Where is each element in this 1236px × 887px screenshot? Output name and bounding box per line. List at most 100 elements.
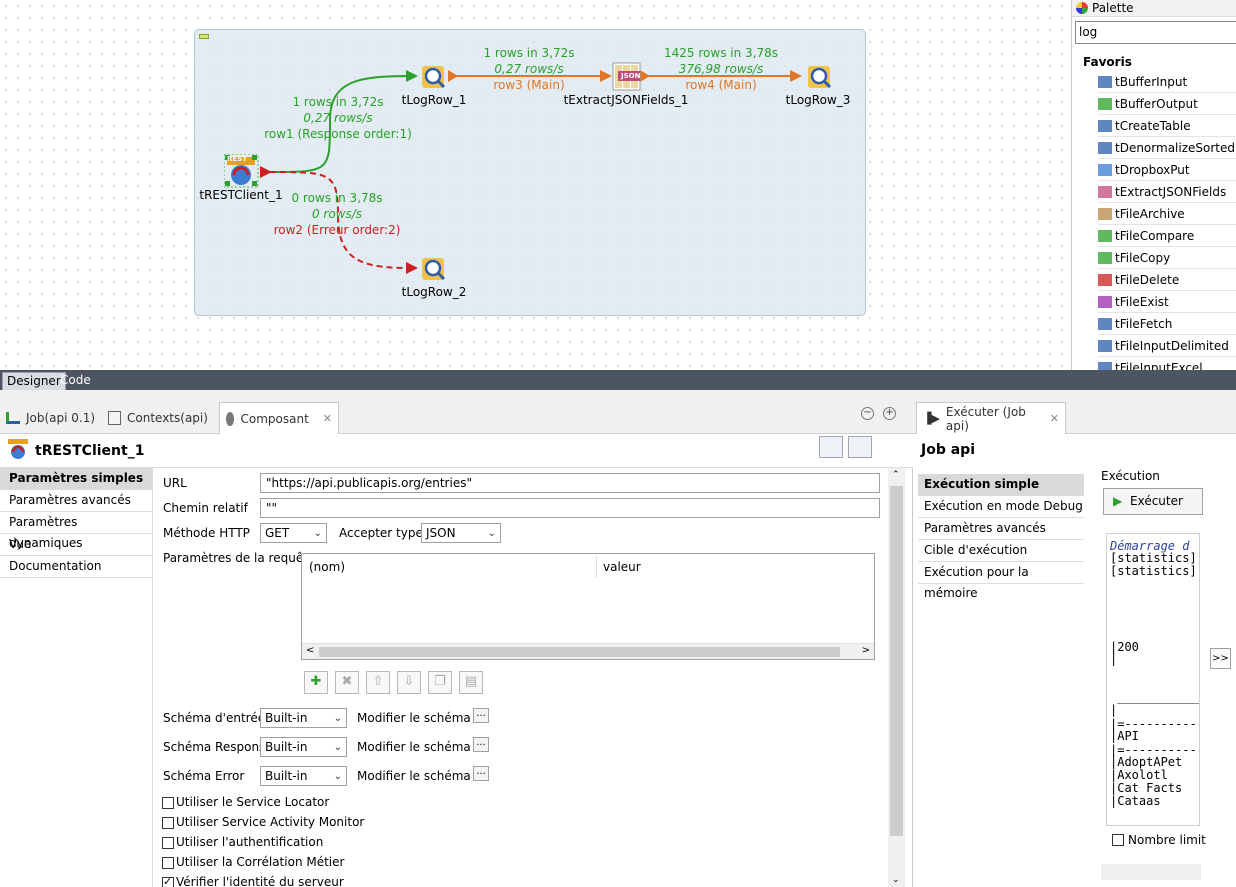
params-table[interactable]: (nom) valeur < > <box>301 553 875 660</box>
palette-panel: Palette log Favoris tBufferInput tBufferO… <box>1071 0 1236 370</box>
console-output[interactable]: Démarrage d [statistics] [statistics] |200 |… <box>1106 533 1200 826</box>
json-badge: JSON <box>621 72 641 80</box>
close-icon[interactable]: ✕ <box>1050 412 1059 425</box>
close-icon[interactable]: ✕ <box>323 412 332 425</box>
flow-row3-name: row3 (Main) <box>493 78 565 92</box>
params-label: Paramètres de la requête <box>163 551 316 565</box>
palette-item[interactable]: tFileCompare <box>1098 225 1236 247</box>
palette-list: tBufferInput tBufferOutput tCreateTable tDe… <box>1098 71 1236 370</box>
chevron-down-icon: ⌄ <box>333 713 342 724</box>
tab-code[interactable]: Code <box>56 372 95 390</box>
minimize-icon[interactable]: − <box>861 407 874 420</box>
scroll-right-icon[interactable]: > <box>862 645 870 656</box>
component-title: tRESTClient_1 <box>35 443 145 459</box>
option-checkbox[interactable] <box>162 857 174 869</box>
params-hscrollbar[interactable]: < > <box>302 643 874 659</box>
palette-item[interactable]: tDenormalizeSortedRow <box>1098 137 1236 159</box>
run-mode-nav: Exécution simple Exécution en mode Debug P… <box>918 474 1084 600</box>
methode-select[interactable]: GET ⌄ <box>260 523 327 543</box>
textractjsonfields-component[interactable]: JSON <box>612 62 642 95</box>
paste-icon[interactable]: ▤ <box>459 671 483 694</box>
accept-select[interactable]: JSON ⌄ <box>421 523 501 543</box>
tlogrow1-component[interactable] <box>420 64 446 93</box>
component-nav-item[interactable]: Documentation <box>0 556 152 578</box>
limit-checkbox[interactable] <box>1112 834 1124 846</box>
run-nav-item[interactable]: Exécution en mode Debug <box>918 496 1084 518</box>
schema-select[interactable]: Built-in ⌄ <box>260 766 347 786</box>
edit-schema-button[interactable]: ... <box>473 737 489 752</box>
play-icon: ▶ <box>1113 494 1123 508</box>
executer-button[interactable]: ▶ Exécuter <box>1103 488 1203 515</box>
run-nav-item[interactable]: Cible d'exécution <box>918 540 1084 562</box>
schema-select[interactable]: Built-in ⌄ <box>260 708 347 728</box>
tab-composant[interactable]: Composant ✕ <box>219 402 339 434</box>
palette-icon <box>1076 2 1088 14</box>
maximize-icon[interactable]: + <box>883 407 896 420</box>
palette-item[interactable]: tFileFetch <box>1098 313 1236 335</box>
scroll-left-icon[interactable]: < <box>306 645 314 656</box>
scroll-up-icon[interactable]: ⌃ <box>892 470 900 480</box>
url-input[interactable]: "https://api.publicapis.org/entries" <box>260 473 880 493</box>
add-row-icon[interactable]: ✚ <box>304 671 328 694</box>
option-checkbox[interactable] <box>162 817 174 829</box>
scroll-down-icon[interactable]: ⌄ <box>892 875 900 885</box>
tlogrow2-label: tLogRow_2 <box>401 285 467 299</box>
palette-item[interactable]: tDropboxPut <box>1098 159 1236 181</box>
palette-item[interactable]: tFileExist <box>1098 291 1236 313</box>
tab-contexts-label: Contexts(api) <box>127 411 208 425</box>
move-down-icon[interactable]: ⇩ <box>397 671 421 694</box>
run-nav-item[interactable]: Exécution simple <box>918 474 1084 496</box>
console-line: |API <box>1110 729 1139 743</box>
trestclient-header-icon <box>7 438 29 463</box>
component-nav-item[interactable]: Paramètres dynamiques <box>0 512 152 550</box>
chemin-input[interactable]: "" <box>260 498 880 518</box>
palette-item-label: tDenormalizeSortedRow <box>1115 140 1236 155</box>
palette-item-label: tFileInputDelimited <box>1115 338 1229 353</box>
trestclient-component[interactable]: REST <box>223 153 260 188</box>
option-checkbox[interactable] <box>162 875 174 887</box>
palette-item-label: tFileExist <box>1115 294 1169 309</box>
component-icon <box>1098 339 1112 352</box>
palette-item[interactable]: tFileDelete <box>1098 269 1236 291</box>
flow-row4-label[interactable]: 1425 rows in 3,78s 376,98 rows/s row4 (M… <box>664 45 778 93</box>
flow-row1-label[interactable]: 1 rows in 3,72s 0,27 rows/s row1 (Respon… <box>264 94 412 142</box>
run-hscrollbar[interactable] <box>1101 864 1201 880</box>
schema-select[interactable]: Built-in ⌄ <box>260 737 347 757</box>
palette-item[interactable]: tBufferInput <box>1098 71 1236 93</box>
component-nav-item[interactable]: Paramètres simples <box>0 468 152 490</box>
palette-item[interactable]: tCreateTable <box>1098 115 1236 137</box>
edit-schema-button[interactable]: ... <box>473 708 489 723</box>
run-nav-item[interactable]: Paramètres avancés <box>918 518 1084 540</box>
run-nav-item[interactable]: Exécution pour la mémoire <box>918 562 1084 600</box>
copy-icon[interactable]: ❐ <box>428 671 452 694</box>
tab-job[interactable]: Job(api 0.1) <box>0 403 101 433</box>
view-list-icon[interactable] <box>848 436 872 458</box>
option-checkbox[interactable] <box>162 837 174 849</box>
palette-item[interactable]: tFileArchive <box>1098 203 1236 225</box>
view-grid-icon[interactable] <box>819 436 843 458</box>
textractjsonfields-label: tExtractJSONFields_1 <box>563 93 689 107</box>
tlogrow3-component[interactable] <box>806 64 832 93</box>
move-up-icon[interactable]: ⇧ <box>366 671 390 694</box>
modify-schema-label: Modifier le schéma <box>357 740 471 754</box>
palette-item[interactable]: tBufferOutput <box>1098 93 1236 115</box>
palette-search-input[interactable]: log <box>1075 21 1236 44</box>
flow-row2-label[interactable]: 0 rows in 3,78s 0 rows/s row2 (Erreur or… <box>274 190 401 238</box>
palette-item[interactable]: tFileInputExcel <box>1098 357 1236 370</box>
component-nav-item[interactable]: Paramètres avancés <box>0 490 152 512</box>
console-line: | <box>1110 652 1118 666</box>
palette-item[interactable]: tFileCopy <box>1098 247 1236 269</box>
tab-executer[interactable]: ▐▶ Exécuter (Job api) ✕ <box>916 402 1066 434</box>
flow-row3-label[interactable]: 1 rows in 3,72s 0,27 rows/s row3 (Main) <box>483 45 574 93</box>
job-designer-canvas[interactable]: REST tRESTClient_1 tLogRow_1 JSON tExtra… <box>0 0 1071 370</box>
option-checkbox[interactable] <box>162 797 174 809</box>
component-icon <box>1098 361 1112 370</box>
expand-button[interactable]: >> <box>1210 648 1231 669</box>
palette-item[interactable]: tExtractJSONFields <box>1098 181 1236 203</box>
edit-schema-button[interactable]: ... <box>473 766 489 781</box>
tab-contexts[interactable]: Contexts(api) <box>102 403 214 433</box>
remove-row-icon[interactable]: ✖ <box>335 671 359 694</box>
form-vscrollbar[interactable]: ⌃ ⌄ <box>888 468 905 887</box>
palette-item[interactable]: tFileInputDelimited <box>1098 335 1236 357</box>
tlogrow2-component[interactable] <box>420 256 446 285</box>
